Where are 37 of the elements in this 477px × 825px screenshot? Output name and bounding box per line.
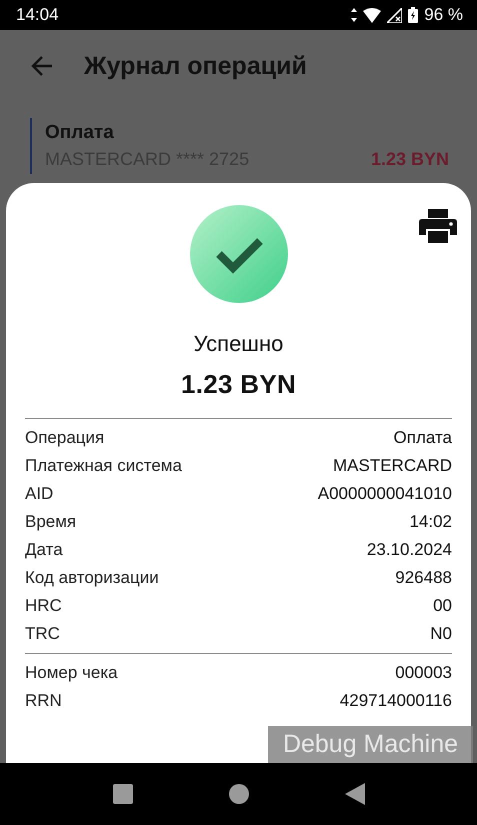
detail-value: 00 — [433, 596, 452, 616]
detail-label: Код авторизации — [25, 568, 159, 588]
status-text: Успешно — [194, 331, 284, 357]
battery-icon — [408, 7, 418, 23]
detail-value: 926488 — [395, 568, 452, 588]
battery-percent: 96 % — [424, 5, 463, 25]
detail-value: 23.10.2024 — [366, 540, 452, 560]
operation-amount: 1.23 BYN — [370, 149, 449, 170]
detail-value: Оплата — [394, 428, 452, 448]
signal-icon — [387, 8, 402, 22]
detail-value: 14:02 — [409, 512, 452, 532]
detail-value: A0000000041010 — [318, 484, 452, 504]
debug-label: Debug Machine — [282, 730, 458, 759]
screen-title: Журнал операций — [84, 52, 307, 80]
wifi-icon — [363, 8, 382, 22]
clock: 14:04 — [16, 5, 59, 25]
detail-label: RRN — [25, 691, 62, 711]
data-arrows-icon — [351, 8, 358, 22]
detail-label: Время — [25, 512, 76, 532]
detail-label: Номер чека — [25, 663, 118, 683]
detail-label: HRC — [25, 596, 62, 616]
detail-value: 000003 — [395, 663, 452, 683]
detail-label: Дата — [25, 540, 63, 560]
recents-button[interactable] — [112, 784, 132, 804]
back-nav-button[interactable] — [344, 783, 364, 805]
home-button[interactable] — [228, 784, 248, 804]
print-button[interactable] — [419, 209, 457, 243]
detail-label: AID — [25, 484, 54, 504]
detail-label: TRC — [25, 624, 60, 644]
detail-value: MASTERCARD — [332, 456, 452, 476]
detail-value: N0 — [430, 624, 452, 644]
payment-amount: 1.23 BYN — [180, 369, 296, 400]
detail-label: Платежная система — [25, 456, 182, 476]
detail-value: 429714000116 — [340, 691, 452, 711]
back-button[interactable] — [30, 54, 54, 78]
operation-title: Оплата — [45, 122, 115, 144]
detail-label: Операция — [25, 428, 104, 448]
